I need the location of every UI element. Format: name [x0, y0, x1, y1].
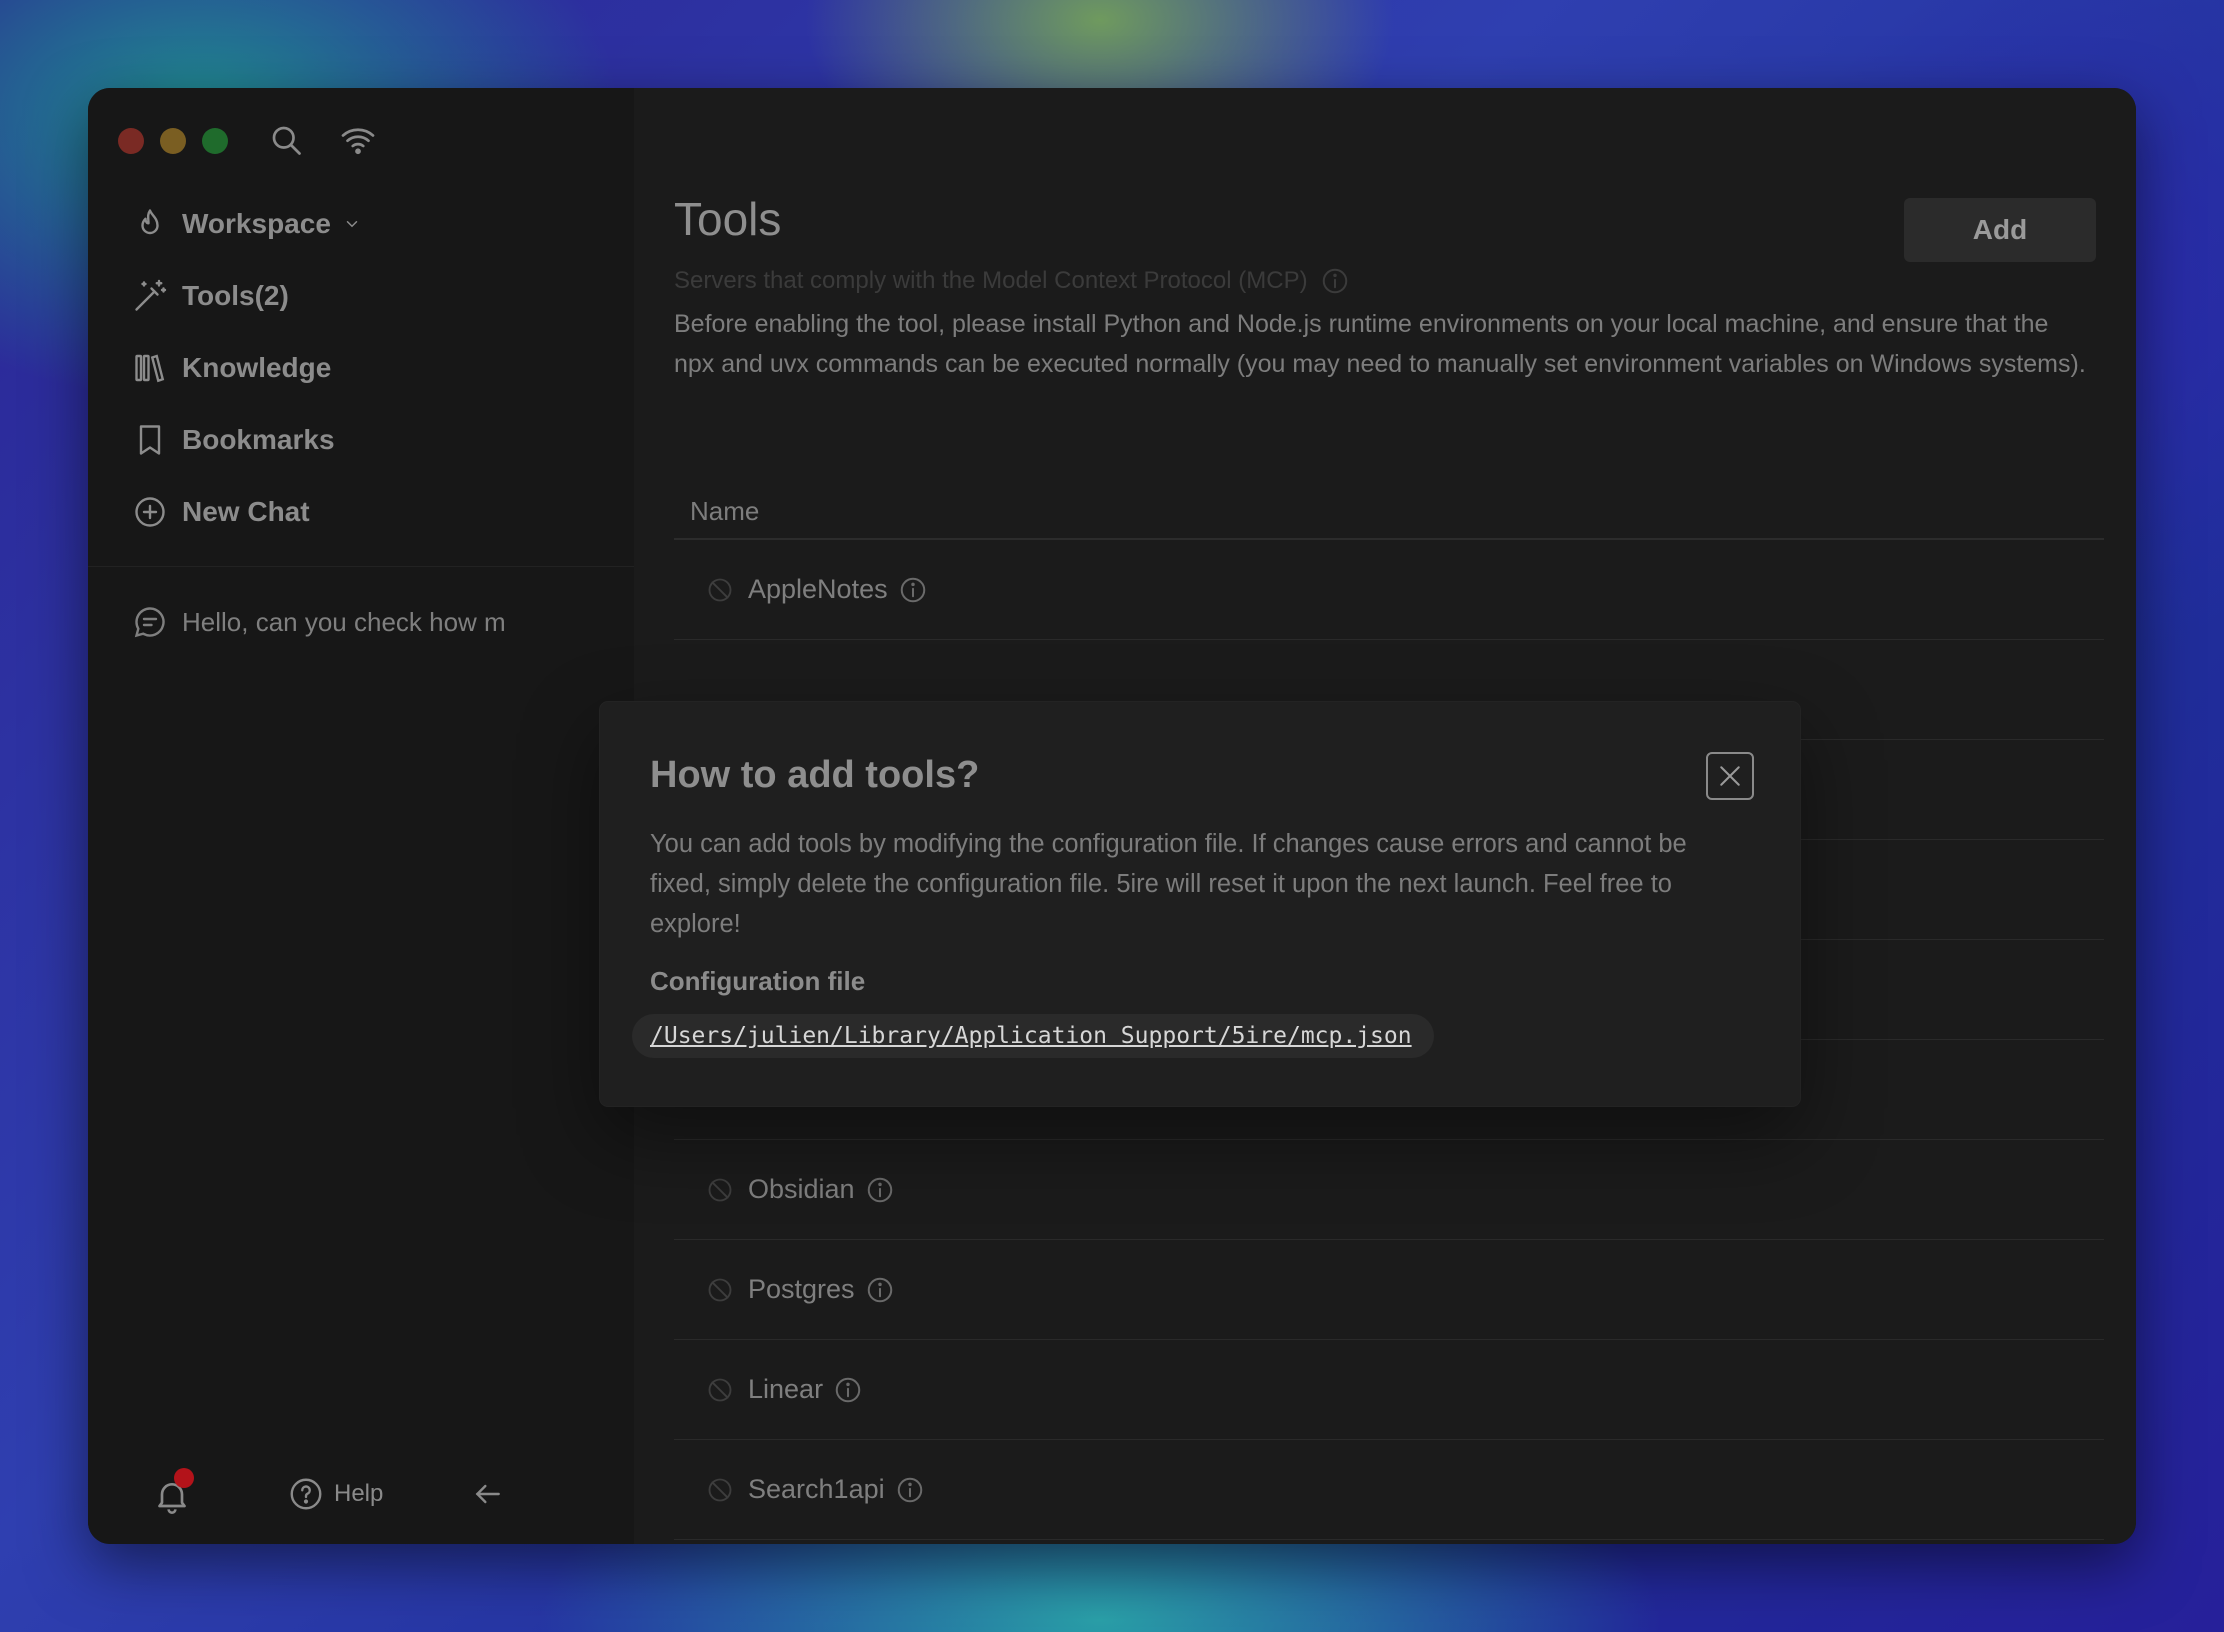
page-title: Tools — [674, 193, 782, 245]
info-icon[interactable] — [895, 1475, 925, 1505]
config-file-path-link[interactable]: /Users/julien/Library/Application Suppor… — [632, 1014, 1434, 1058]
disabled-status-icon — [706, 1176, 734, 1204]
tool-name: Linear — [748, 1374, 824, 1404]
maximize-window-button[interactable] — [202, 128, 228, 154]
tool-name: Search1api — [748, 1474, 885, 1504]
how-to-add-tools-dialog: How to add tools? You can add tools by m… — [600, 702, 1800, 1106]
chat-bubble-icon — [132, 604, 168, 640]
disabled-status-icon — [706, 1376, 734, 1404]
close-icon — [1720, 766, 1740, 786]
chevron-down-icon — [343, 215, 361, 233]
sidebar-item-knowledge[interactable]: Knowledge — [132, 346, 331, 390]
sidebar-item-label: Knowledge — [182, 352, 332, 383]
help-button[interactable]: Help — [288, 1476, 383, 1512]
minimize-window-button[interactable] — [160, 128, 186, 154]
search-icon[interactable] — [268, 122, 304, 158]
info-icon[interactable] — [833, 1375, 863, 1405]
info-icon[interactable] — [865, 1175, 895, 1205]
table-header-name: Name — [674, 484, 2104, 540]
arrow-left-icon — [475, 1484, 500, 1504]
info-icon[interactable] — [898, 575, 928, 605]
page-subtitle: Servers that comply with the Model Conte… — [674, 266, 1350, 296]
add-button[interactable]: Add — [1904, 198, 2096, 262]
disabled-status-icon — [706, 1476, 734, 1504]
tool-name: Postgres — [748, 1274, 855, 1304]
library-icon — [132, 350, 168, 386]
table-row[interactable]: Linear — [674, 1340, 2104, 1440]
disabled-status-icon — [706, 576, 734, 604]
plus-circle-icon — [132, 494, 168, 530]
table-row[interactable]: Obsidian — [674, 1140, 2104, 1240]
disabled-status-icon — [706, 1276, 734, 1304]
table-row[interactable]: Search1api — [674, 1440, 2104, 1540]
sidebar-divider — [88, 566, 634, 567]
app-window: Workspace Tools(2) Knowledge Bookmarks N… — [88, 88, 2136, 1544]
sidebar: Workspace Tools(2) Knowledge Bookmarks N… — [88, 88, 634, 1544]
sidebar-bottom-bar: Help — [88, 1468, 634, 1528]
wifi-icon[interactable] — [340, 122, 376, 158]
info-icon[interactable] — [1320, 266, 1350, 296]
chat-history-label: Hello, can you check how m — [182, 606, 506, 637]
sidebar-item-label: Tools(2) — [182, 280, 289, 311]
tool-name: Obsidian — [748, 1174, 855, 1204]
flame-icon — [132, 206, 168, 242]
notification-badge — [174, 1468, 194, 1488]
magic-wand-icon — [132, 278, 168, 314]
config-file-label: Configuration file — [650, 966, 866, 996]
sidebar-item-new-chat[interactable]: New Chat — [132, 490, 310, 534]
sidebar-item-tools[interactable]: Tools(2) — [132, 274, 289, 318]
page-description: Before enabling the tool, please install… — [674, 310, 2086, 378]
tool-name: AppleNotes — [748, 574, 888, 604]
info-icon[interactable] — [865, 1275, 895, 1305]
chat-history-item[interactable]: Hello, can you check how m — [132, 600, 506, 644]
table-row[interactable]: Postgres — [674, 1240, 2104, 1340]
help-label: Help — [334, 1480, 384, 1507]
dialog-body: You can add tools by modifying the confi… — [650, 830, 1687, 938]
close-window-button[interactable] — [118, 128, 144, 154]
subtitle-text: Servers that comply with the Model Conte… — [674, 267, 1308, 294]
bookmark-icon — [132, 422, 168, 458]
sidebar-item-label: Workspace — [182, 208, 331, 239]
sidebar-item-bookmarks[interactable]: Bookmarks — [132, 418, 335, 462]
dialog-close-button[interactable] — [1706, 752, 1754, 800]
question-circle-icon — [288, 1476, 324, 1512]
sidebar-item-label: Bookmarks — [182, 424, 335, 455]
sidebar-item-label: New Chat — [182, 496, 310, 527]
dialog-title: How to add tools? — [650, 754, 980, 796]
sidebar-item-workspace[interactable]: Workspace — [132, 202, 361, 246]
table-row[interactable]: AppleNotes — [674, 540, 2104, 640]
collapse-sidebar-button[interactable] — [472, 1478, 504, 1510]
